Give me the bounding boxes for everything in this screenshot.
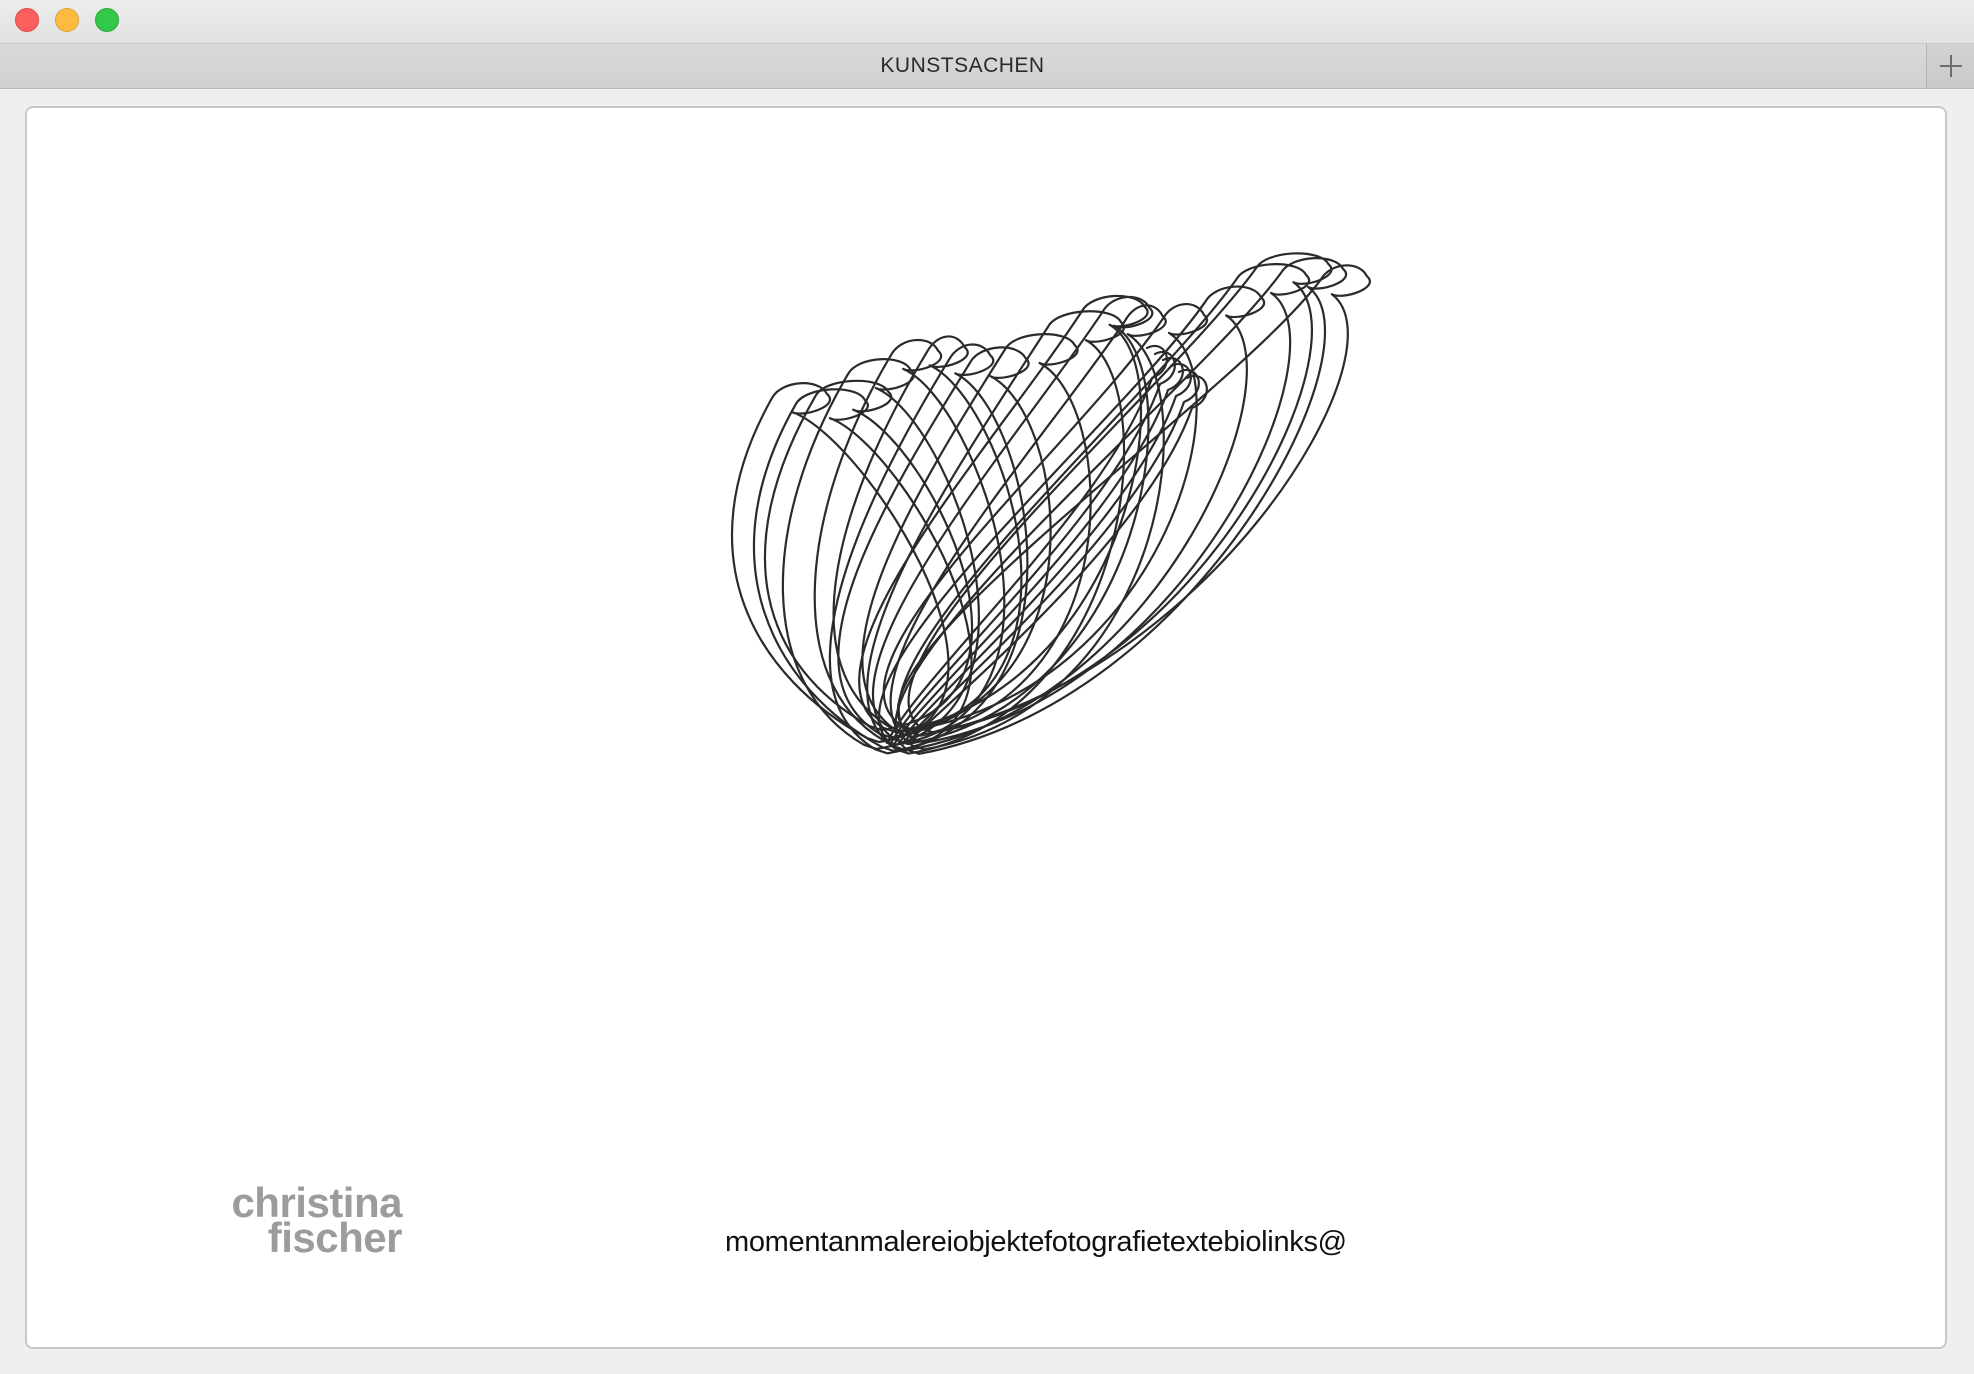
nav-link-momentan[interactable]: momentan	[725, 1226, 860, 1258]
title-bar	[0, 0, 1974, 44]
nav-link-malerei[interactable]: malerei	[860, 1226, 953, 1258]
main-navigation: momentanmalereiobjektefotografietextebio…	[725, 1226, 1347, 1259]
scribble-loop	[858, 294, 1149, 733]
nav-link-bio[interactable]: bio	[1223, 1226, 1261, 1258]
scribble-loop	[872, 295, 1154, 746]
content-area: christina fischer momentanmalereiobjekte…	[0, 89, 1974, 1374]
nav-link-texte[interactable]: texte	[1162, 1226, 1224, 1258]
browser-window: KUNSTSACHEN christina fischer momentanma…	[0, 0, 1974, 1374]
minimize-window-button[interactable]	[55, 8, 79, 32]
tab-bar: KUNSTSACHEN	[0, 44, 1974, 89]
scribble-artwork[interactable]	[717, 198, 1407, 828]
maximize-window-button[interactable]	[95, 8, 119, 32]
nav-link-email[interactable]: @	[1318, 1226, 1347, 1258]
scribble-strokes	[730, 252, 1371, 755]
active-tab-title[interactable]: KUNSTSACHEN	[0, 44, 1925, 88]
scribble-strand	[901, 368, 1200, 745]
scribble-loop	[752, 388, 973, 753]
close-window-button[interactable]	[15, 8, 39, 32]
nav-link-fotografie[interactable]: fotografie	[1044, 1226, 1162, 1258]
nav-link-objekte[interactable]: objekte	[953, 1226, 1045, 1258]
nav-link-links[interactable]: links	[1261, 1226, 1318, 1258]
scribble-loop	[889, 304, 1167, 751]
artist-logo[interactable]: christina fischer	[182, 1182, 403, 1261]
logo-line-last-name: fischer	[267, 1214, 403, 1261]
web-page: christina fischer momentanmalereiobjekte…	[25, 106, 1947, 1349]
new-tab-plus-icon[interactable]	[1926, 44, 1974, 88]
